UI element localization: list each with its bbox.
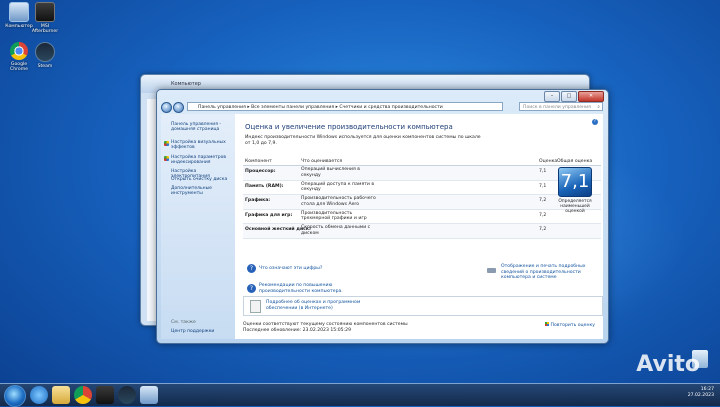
- clock-date: 27.02.2023: [687, 393, 714, 398]
- close-button[interactable]: ✕: [578, 91, 604, 102]
- repeat-label: Повторить оценку: [550, 323, 595, 328]
- performance-window[interactable]: – □ ✕ ‹ › Панель управления ▸ Все элемен…: [156, 89, 609, 344]
- search-placeholder: Поиск в панели управления: [523, 105, 591, 110]
- chrome-icon: [10, 42, 28, 60]
- row-desc: Операций доступа к памяти в секунду: [301, 181, 375, 193]
- row-desc: Скорость обмена данными с диском: [301, 225, 371, 236]
- question-icon: ?: [247, 284, 256, 293]
- table-header: Компонент Что оценивается Оценка Общая о…: [243, 157, 601, 166]
- row-desc: Производительность рабочего стола для Wi…: [301, 196, 376, 207]
- page-title: Оценка и увеличение производительности к…: [245, 123, 453, 131]
- row-score: 7,2: [539, 227, 547, 232]
- row-score: 7,2: [539, 212, 547, 218]
- table-row: Процессор: Операций вычисления в секунду…: [243, 166, 601, 181]
- shield-icon: [544, 322, 549, 326]
- sidebar: Панель управления - домашняя страница На…: [161, 114, 235, 339]
- row-score: 7,1: [539, 183, 547, 189]
- print-details-link[interactable]: Отображение и печать подробных сведений …: [501, 264, 587, 281]
- search-icon: ⌕: [597, 105, 600, 110]
- online-info-link[interactable]: Подробнее об оценках и программном обесп…: [266, 300, 386, 311]
- links-area: ? Что означают эти цифры? ? Рекомендации…: [247, 264, 587, 294]
- shield-icon: [164, 141, 169, 146]
- window-controls: – □ ✕: [544, 91, 604, 102]
- computer-icon: [9, 2, 29, 22]
- table-rows: Процессор: Операций вычисления в секунду…: [243, 166, 601, 239]
- header-rated: Что оценивается: [301, 158, 343, 164]
- table-row: Графика: Производительность рабочего сто…: [243, 195, 601, 210]
- forward-arrow-icon[interactable]: ›: [173, 102, 184, 113]
- msi-afterburner-icon: [35, 2, 55, 22]
- online-info-box: Подробнее об оценках и программном обесп…: [243, 296, 603, 316]
- row-component: Графика для игр:: [245, 212, 293, 218]
- sidebar-item-home[interactable]: Панель управления - домашняя страница: [171, 122, 233, 132]
- header-component: Компонент: [245, 158, 272, 164]
- taskbar: 16:27 27.02.2023: [0, 383, 720, 407]
- base-score-badge: 7,1 Определяется наименьшей оценкой: [553, 167, 597, 214]
- sidebar-item-visual-effects[interactable]: Настройка визуальных эффектов: [171, 140, 233, 150]
- desktop-icon-msi-afterburner[interactable]: MSI Afterburner: [28, 2, 62, 34]
- control-panel-taskbar-icon[interactable]: [140, 386, 158, 404]
- folder-icon[interactable]: [52, 386, 70, 404]
- question-icon: ?: [247, 264, 256, 273]
- steam-taskbar-icon[interactable]: [118, 386, 136, 404]
- minimize-button[interactable]: –: [544, 91, 560, 102]
- score-table: Компонент Что оценивается Оценка Общая о…: [243, 157, 601, 239]
- base-score-caption: Определяется наименьшей оценкой: [558, 199, 592, 214]
- sidebar-item-tools[interactable]: Дополнительные инструменты: [171, 186, 233, 196]
- desktop-icon-label: MSI Afterburner: [31, 24, 59, 34]
- system-tray-clock[interactable]: 16:27 27.02.2023: [688, 387, 714, 399]
- maximize-button[interactable]: □: [561, 91, 577, 102]
- search-input[interactable]: Поиск в панели управления ⌕: [519, 102, 603, 111]
- repeat-assessment-link[interactable]: Повторить оценку: [544, 322, 595, 328]
- sidebar-item-indexing[interactable]: Настройка параметров индексирования: [171, 155, 233, 165]
- row-component: Графика:: [245, 198, 271, 203]
- see-also-label: См. также: [171, 320, 196, 325]
- msi-taskbar-icon[interactable]: [96, 386, 114, 404]
- shield-icon: [164, 156, 169, 161]
- header-score: Оценка: [539, 158, 558, 164]
- row-score: 7,1: [539, 169, 547, 174]
- base-score-value: 7,1: [558, 167, 592, 197]
- row-score: 7,2: [539, 198, 547, 203]
- nav-buttons: ‹ ›: [161, 102, 184, 113]
- row-component: Память (RAM):: [245, 183, 284, 189]
- page-description: Индекс производительности Windows исполь…: [245, 135, 481, 146]
- avito-watermark: Avito: [636, 352, 700, 377]
- ie-icon[interactable]: [30, 386, 48, 404]
- status-line-2: Последнее обновление: 23.02.2023 15:05:2…: [243, 327, 351, 333]
- row-desc: Операций вычисления в секунду: [301, 167, 360, 178]
- status-line-1: Оценки соответствуют текущему состоянию …: [243, 322, 408, 327]
- sidebar-item-action-center[interactable]: Центр поддержки: [171, 329, 233, 334]
- table-row: Основной жесткий диск: Скорость обмена д…: [243, 224, 601, 239]
- back-arrow-icon[interactable]: ‹: [161, 102, 172, 113]
- main-content: ? Оценка и увеличение производительности…: [235, 114, 603, 339]
- help-icon[interactable]: ?: [592, 119, 598, 125]
- steam-icon: [35, 42, 55, 62]
- desktop-icon-steam[interactable]: Steam: [28, 42, 62, 69]
- tips-link[interactable]: Рекомендации по повышению производительн…: [259, 283, 369, 294]
- table-row: Память (RAM): Операций доступа к памяти …: [243, 181, 601, 195]
- document-icon: [250, 300, 261, 313]
- chrome-taskbar-icon[interactable]: [74, 386, 92, 404]
- row-desc: Производительность трехмерной графики и …: [301, 210, 367, 222]
- start-button[interactable]: [4, 385, 26, 407]
- printer-icon: [487, 268, 496, 273]
- table-row: Графика для игр: Производительность трех…: [243, 210, 601, 224]
- address-bar[interactable]: Панель управления ▸ Все элементы панели …: [187, 102, 503, 111]
- sidebar-item-disk-cleanup[interactable]: Открыть очистку диска: [171, 177, 233, 182]
- header-overall: Общая оценка: [557, 158, 593, 164]
- what-means-link[interactable]: Что означают эти цифры?: [259, 266, 322, 272]
- status-text: Оценки соответствуют текущему состоянию …: [243, 322, 408, 333]
- desktop-icon-label: Steam: [37, 64, 53, 69]
- row-component: Процессор:: [245, 169, 276, 174]
